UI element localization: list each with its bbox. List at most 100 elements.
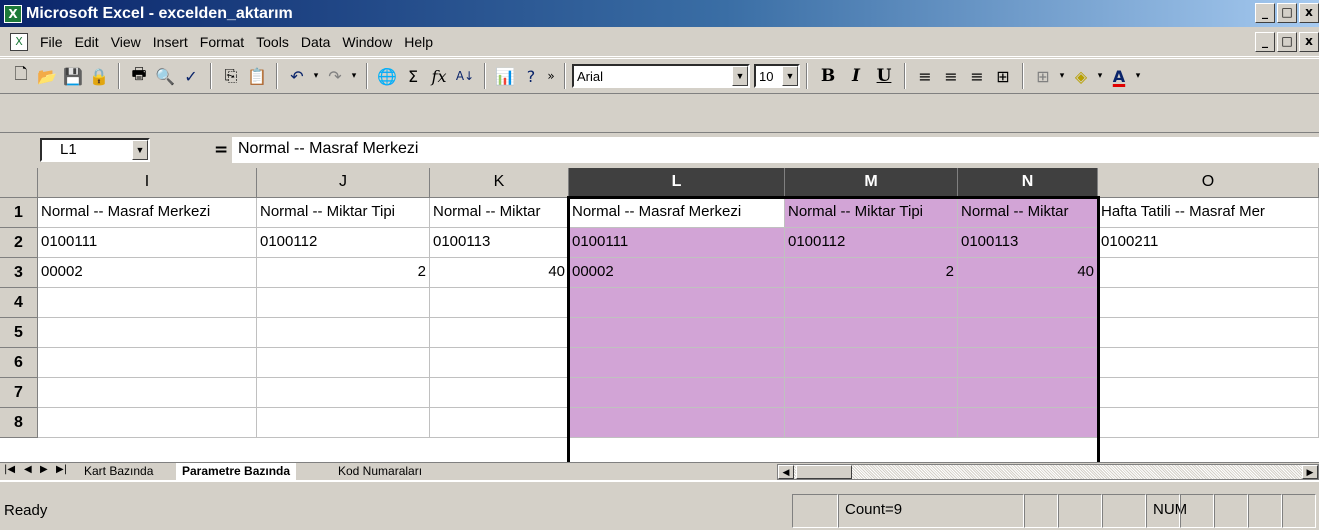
cell-i7[interactable] — [38, 378, 257, 408]
cell-l5[interactable] — [569, 318, 785, 348]
cell-n5[interactable] — [958, 318, 1098, 348]
column-header-k[interactable]: K — [430, 168, 569, 198]
cell-o2[interactable]: 0100211 — [1098, 228, 1319, 258]
underline-button[interactable]: U — [870, 63, 898, 89]
cell-n3[interactable]: 40 — [958, 258, 1098, 288]
menu-edit[interactable]: Edit — [69, 34, 105, 50]
toolbar-overflow-icon[interactable]: » — [544, 63, 558, 89]
menu-window[interactable]: Window — [336, 34, 398, 50]
column-header-l[interactable]: L — [569, 168, 785, 198]
column-header-n[interactable]: N — [958, 168, 1098, 198]
cell-o8[interactable] — [1098, 408, 1319, 438]
cell-l8[interactable] — [569, 408, 785, 438]
redo-dropdown-icon[interactable]: ▾ — [348, 63, 360, 89]
new-icon[interactable]: 🗋 — [8, 63, 34, 89]
cell-j5[interactable] — [257, 318, 430, 348]
print-icon[interactable]: 🖶 — [126, 63, 152, 89]
cell-j2[interactable]: 0100112 — [257, 228, 430, 258]
cell-o3[interactable] — [1098, 258, 1319, 288]
cell-n1[interactable]: Normal -- Miktar — [958, 198, 1098, 228]
italic-button[interactable]: I — [842, 63, 870, 89]
cell-i6[interactable] — [38, 348, 257, 378]
chart-wizard-icon[interactable]: 📊 — [492, 63, 518, 89]
cell-j4[interactable] — [257, 288, 430, 318]
row-header-8[interactable]: 8 — [0, 408, 38, 438]
cell-k4[interactable] — [430, 288, 569, 318]
cell-i1[interactable]: Normal -- Masraf Merkezi — [38, 198, 257, 228]
open-icon[interactable]: 📂 — [34, 63, 60, 89]
cell-i3[interactable]: 00002 — [38, 258, 257, 288]
scroll-right-icon[interactable]: ▶ — [1302, 465, 1318, 479]
cell-l7[interactable] — [569, 378, 785, 408]
last-sheet-icon[interactable]: ▶| — [56, 464, 67, 475]
cell-m5[interactable] — [785, 318, 958, 348]
cell-k3[interactable]: 40 — [430, 258, 569, 288]
menu-data[interactable]: Data — [295, 34, 337, 50]
save-icon[interactable]: 💾 — [60, 63, 86, 89]
align-left-icon[interactable]: ≡ — [912, 63, 938, 89]
column-header-m[interactable]: M — [785, 168, 958, 198]
cell-i5[interactable] — [38, 318, 257, 348]
cell-k6[interactable] — [430, 348, 569, 378]
column-header-j[interactable]: J — [257, 168, 430, 198]
cell-o1[interactable]: Hafta Tatili -- Masraf Mer — [1098, 198, 1319, 228]
chevron-down-icon[interactable]: ▼ — [732, 66, 748, 86]
workbook-close-button[interactable]: x — [1299, 32, 1319, 52]
cell-j3[interactable]: 2 — [257, 258, 430, 288]
formula-input[interactable]: Normal -- Masraf Merkezi — [232, 137, 1319, 163]
cell-k1[interactable]: Normal -- Miktar — [430, 198, 569, 228]
cell-m7[interactable] — [785, 378, 958, 408]
menu-format[interactable]: Format — [194, 34, 250, 50]
redo-icon[interactable]: ↷ — [322, 63, 348, 89]
hyperlink-icon[interactable]: 🌐 — [374, 63, 400, 89]
scroll-thumb[interactable] — [796, 465, 852, 479]
name-box[interactable]: L1 ▼ — [40, 138, 150, 162]
borders-dropdown-icon[interactable]: ▾ — [1056, 63, 1068, 89]
sheet-tab-parametre[interactable]: Parametre Bazında — [176, 463, 297, 480]
menu-insert[interactable]: Insert — [147, 34, 194, 50]
scroll-left-icon[interactable]: ◀ — [778, 465, 794, 479]
cell-n7[interactable] — [958, 378, 1098, 408]
cell-o5[interactable] — [1098, 318, 1319, 348]
workbook-restore-button[interactable]: □ — [1277, 32, 1297, 52]
row-header-7[interactable]: 7 — [0, 378, 38, 408]
cell-l3[interactable]: 00002 — [569, 258, 785, 288]
font-color-icon[interactable]: A — [1106, 63, 1132, 89]
cell-m2[interactable]: 0100112 — [785, 228, 958, 258]
cell-j7[interactable] — [257, 378, 430, 408]
font-color-dropdown-icon[interactable]: ▾ — [1132, 63, 1144, 89]
cell-i4[interactable] — [38, 288, 257, 318]
chevron-down-icon[interactable]: ▼ — [782, 66, 798, 86]
cell-n6[interactable] — [958, 348, 1098, 378]
cell-n2[interactable]: 0100113 — [958, 228, 1098, 258]
cell-l4[interactable] — [569, 288, 785, 318]
cell-o4[interactable] — [1098, 288, 1319, 318]
print-preview-icon[interactable]: 🔍 — [152, 63, 178, 89]
font-size-select[interactable]: 10 ▼ — [754, 64, 800, 88]
menu-view[interactable]: View — [105, 34, 147, 50]
row-header-1[interactable]: 1 — [0, 198, 38, 228]
cell-k7[interactable] — [430, 378, 569, 408]
column-header-o[interactable]: O — [1098, 168, 1319, 198]
menu-tools[interactable]: Tools — [250, 34, 295, 50]
fill-color-dropdown-icon[interactable]: ▾ — [1094, 63, 1106, 89]
cell-m3[interactable]: 2 — [785, 258, 958, 288]
cell-m8[interactable] — [785, 408, 958, 438]
minimize-button[interactable]: _ — [1255, 3, 1275, 23]
align-right-icon[interactable]: ≡ — [964, 63, 990, 89]
cell-o6[interactable] — [1098, 348, 1319, 378]
spelling-icon[interactable]: ✓ — [178, 63, 204, 89]
menu-help[interactable]: Help — [398, 34, 439, 50]
cell-j8[interactable] — [257, 408, 430, 438]
cell-j6[interactable] — [257, 348, 430, 378]
row-header-6[interactable]: 6 — [0, 348, 38, 378]
cell-l1[interactable]: Normal -- Masraf Merkezi — [569, 198, 785, 228]
next-sheet-icon[interactable]: ▶ — [40, 464, 48, 475]
maximize-button[interactable]: □ — [1277, 3, 1297, 23]
help-icon[interactable]: ? — [518, 63, 544, 89]
cell-l2[interactable]: 0100111 — [569, 228, 785, 258]
sheet-tab-kod[interactable]: Kod Numaraları — [332, 463, 428, 480]
fill-color-icon[interactable]: ◈ — [1068, 63, 1094, 89]
cell-n4[interactable] — [958, 288, 1098, 318]
chevron-down-icon[interactable]: ▼ — [132, 140, 148, 160]
